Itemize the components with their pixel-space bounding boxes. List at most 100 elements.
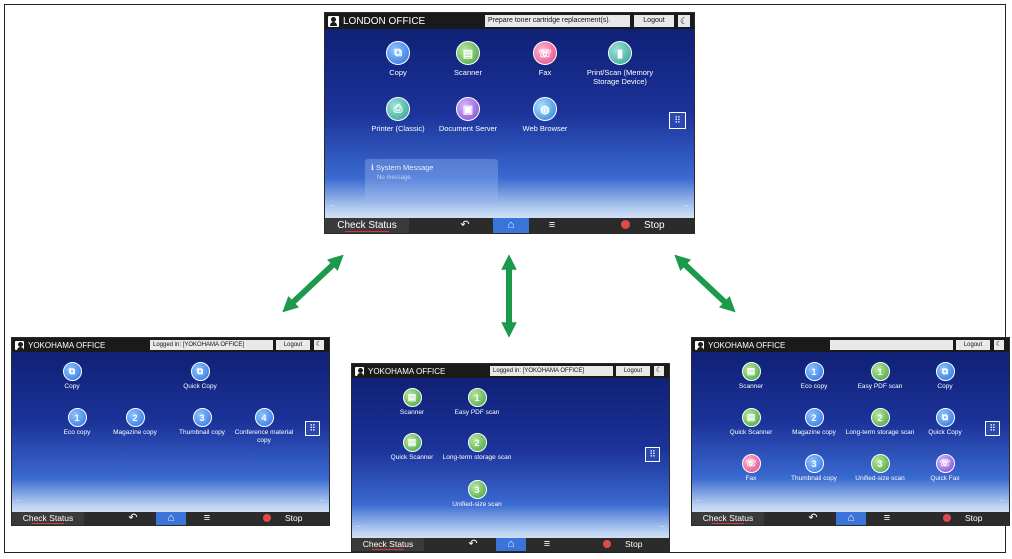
app-quick-scanner[interactable]: ▤ Quick Scanner	[387, 433, 437, 462]
page-indicator-right: ··	[319, 496, 325, 505]
fax-icon: ☏	[533, 41, 557, 65]
back-arrow-icon[interactable]: ↶	[460, 538, 486, 551]
office-name: LONDON OFFICE	[343, 15, 426, 27]
app-web-browser[interactable]: ◍ Web Browser	[510, 97, 580, 133]
check-status-button[interactable]: Check Status	[12, 512, 84, 525]
logout-button[interactable]: Logout	[956, 340, 990, 350]
back-arrow-icon[interactable]: ↶	[120, 512, 146, 525]
app-label: Document Server	[438, 124, 498, 133]
system-message-panel[interactable]: ℹ System Message No message.	[365, 159, 498, 201]
quick-scanner-icon: ▤	[402, 433, 422, 452]
menu-icon[interactable]: ≡	[537, 218, 567, 233]
app-list-icon[interactable]: ⠿	[669, 112, 686, 129]
app-list-icon[interactable]: ⠿	[985, 421, 1000, 436]
stop-button[interactable]: Stop	[603, 538, 643, 551]
app-magazine-copy[interactable]: 2 Magazine copy	[110, 408, 160, 437]
scanner-icon: ▤	[456, 41, 480, 65]
app-fax[interactable]: ☏ Fax	[726, 454, 776, 483]
energy-saver-icon[interactable]: ☾	[994, 340, 1004, 350]
app-label: Unified-size scan	[855, 475, 905, 482]
app-document-server[interactable]: ▣ Document Server	[433, 97, 503, 133]
app-copy[interactable]: ⧉ Copy	[47, 362, 97, 391]
user-icon[interactable]	[15, 340, 24, 351]
app-label: Scanner	[399, 409, 425, 416]
user-icon[interactable]	[695, 340, 704, 351]
menu-icon[interactable]: ≡	[874, 512, 900, 525]
page-indicator-right: ··	[683, 201, 689, 210]
home-icon[interactable]: ⌂	[496, 538, 526, 551]
energy-saver-icon[interactable]: ☾	[654, 366, 664, 376]
stop-button[interactable]: Stop	[943, 512, 983, 525]
check-status-button[interactable]: Check Status	[692, 512, 764, 525]
app-quick-copy[interactable]: ⧉ Quick Copy	[920, 408, 970, 437]
home-icon[interactable]: ⌂	[156, 512, 186, 525]
app-quick-copy[interactable]: ⧉ Quick Copy	[175, 362, 225, 391]
logout-button[interactable]: Logout	[616, 366, 650, 376]
stop-button[interactable]: Stop	[263, 512, 303, 525]
app-label: Easy PDF scan	[857, 383, 903, 390]
stop-icon	[603, 539, 611, 548]
app-print-scan-memory[interactable]: ▮ Print/Scan (Memory Storage Device)	[580, 41, 660, 86]
copy-icon: ⧉	[386, 41, 410, 65]
app-label: Fax	[745, 475, 757, 482]
home-icon[interactable]: ⌂	[493, 218, 529, 233]
app-eco-copy[interactable]: 1 Eco copy	[52, 408, 102, 437]
app-copy[interactable]: ⧉ Copy	[373, 41, 423, 77]
quick-copy-icon: ⧉	[190, 362, 210, 381]
app-printer-classic[interactable]: ⎙ Printer (Classic)	[363, 97, 433, 133]
app-scanner[interactable]: ▤ Scanner	[726, 362, 776, 391]
app-eco-copy[interactable]: 1 Eco copy	[789, 362, 839, 391]
app-scanner[interactable]: ▤ Scanner	[387, 388, 437, 417]
app-long-term-storage-scan[interactable]: 2 Long-term storage scan	[442, 433, 512, 462]
energy-saver-icon[interactable]: ☾	[314, 340, 324, 350]
app-thumbnail-copy[interactable]: 3 Thumbnail copy	[177, 408, 227, 437]
user-icon[interactable]	[328, 15, 339, 27]
office-name: YOKOHAMA OFFICE	[28, 340, 106, 350]
app-label: Easy PDF scan	[454, 409, 500, 416]
app-list-icon[interactable]: ⠿	[305, 421, 320, 436]
app-long-term-storage-scan[interactable]: 2 Long-term storage scan	[845, 408, 915, 437]
app-magazine-copy[interactable]: 2 Magazine copy	[789, 408, 839, 437]
stop-icon	[943, 513, 951, 522]
user-icon[interactable]	[355, 366, 364, 377]
app-unified-size-scan[interactable]: 3 Unified-size scan	[447, 480, 507, 509]
app-easy-pdf-scan[interactable]: 1 Easy PDF scan	[447, 388, 507, 417]
globe-icon: ◍	[533, 97, 557, 121]
app-unified-size-scan[interactable]: 3 Unified-size scan	[850, 454, 910, 483]
app-quick-fax[interactable]: ☏ Quick Fax	[920, 454, 970, 483]
energy-saver-icon[interactable]: ☾	[678, 15, 690, 27]
document-server-icon: ▣	[456, 97, 480, 121]
status-message[interactable]: Logged in: [YOKOHAMA OFFICE]	[150, 340, 273, 350]
logout-button[interactable]: Logout	[276, 340, 310, 350]
quick-copy-icon: ⧉	[935, 408, 955, 427]
stop-button[interactable]: Stop	[621, 218, 665, 233]
stop-label: Stop	[644, 220, 665, 231]
scanner-icon: ▤	[741, 362, 761, 381]
back-arrow-icon[interactable]: ↶	[800, 512, 826, 525]
app-easy-pdf-scan[interactable]: 1 Easy PDF scan	[850, 362, 910, 391]
info-icon: ℹ	[371, 163, 374, 172]
app-copy[interactable]: ⧉ Copy	[920, 362, 970, 391]
check-status-button[interactable]: Check Status	[325, 218, 409, 233]
back-arrow-icon[interactable]: ↶	[450, 218, 480, 233]
logout-button[interactable]: Logout	[634, 15, 674, 27]
fax-icon: ☏	[741, 454, 761, 473]
app-fax[interactable]: ☏ Fax	[520, 41, 570, 77]
home-icon[interactable]: ⌂	[836, 512, 866, 525]
app-conference-material-copy[interactable]: 4 Conference material copy	[234, 408, 294, 445]
printer-icon: ⎙	[386, 97, 410, 121]
app-thumbnail-copy[interactable]: 3 Thumbnail copy	[789, 454, 839, 483]
app-list-icon[interactable]: ⠿	[645, 447, 660, 462]
app-label: Scanner	[454, 68, 482, 77]
bottom-bar: Check Status ↶ ⌂ ≡ Stop	[325, 218, 694, 233]
app-scanner[interactable]: ▤ Scanner	[443, 41, 493, 77]
status-message[interactable]: Prepare toner cartridge replacement(s).	[485, 15, 630, 27]
thumbnail-copy-icon: 3	[804, 454, 824, 473]
status-message[interactable]	[830, 340, 953, 350]
status-message[interactable]: Logged in: [YOKOHAMA OFFICE]	[490, 366, 613, 376]
bottom-bar: Check Status ↶ ⌂ ≡ Stop	[352, 538, 669, 551]
menu-icon[interactable]: ≡	[534, 538, 560, 551]
app-quick-scanner[interactable]: ▤ Quick Scanner	[726, 408, 776, 437]
menu-icon[interactable]: ≡	[194, 512, 220, 525]
check-status-button[interactable]: Check Status	[352, 538, 424, 551]
